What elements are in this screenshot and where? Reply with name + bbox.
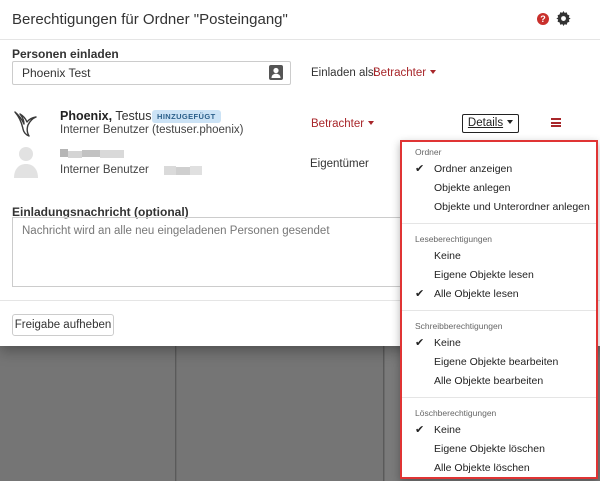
menu-item-write-all[interactable]: Alle Objekte bearbeiten bbox=[434, 375, 543, 387]
menu-item-delete-all[interactable]: Alle Objekte löschen bbox=[434, 462, 530, 474]
menu-item-create-objects[interactable]: Objekte anlegen bbox=[434, 182, 510, 194]
invite-section-label: Personen einladen bbox=[12, 47, 119, 61]
details-label: Details bbox=[467, 117, 504, 129]
check-icon: ✔ bbox=[415, 288, 425, 300]
person-lastname: Phoenix, bbox=[60, 109, 113, 123]
check-icon: ✔ bbox=[415, 163, 425, 175]
message-textarea[interactable]: Nachricht wird an alle neu eingeladenen … bbox=[12, 217, 407, 287]
help-icon[interactable]: ? bbox=[537, 13, 549, 25]
menu-item-read-all[interactable]: Alle Objekte lesen bbox=[434, 288, 519, 300]
status-badge: HINZUGEFÜGT bbox=[152, 110, 221, 123]
caret-down-icon bbox=[368, 120, 375, 125]
menu-heading-read: Leseberechtigungen bbox=[415, 234, 493, 244]
background-pane-left bbox=[0, 340, 176, 481]
menu-item-write-own[interactable]: Eigene Objekte bearbeiten bbox=[434, 356, 558, 368]
menu-heading-delete: Löschberechtigungen bbox=[415, 408, 497, 418]
person-name: Phoenix, Testuser bbox=[60, 109, 163, 123]
invite-input[interactable]: Phoenix Test bbox=[12, 61, 291, 85]
menu-item-view-folder[interactable]: Ordner anzeigen bbox=[434, 163, 512, 175]
dialog-header: Berechtigungen für Ordner "Posteingang" … bbox=[0, 0, 600, 40]
invite-role-label: Betrachter bbox=[373, 67, 427, 79]
details-button[interactable]: Details bbox=[462, 114, 519, 133]
contact-card-icon[interactable] bbox=[269, 65, 283, 80]
menu-divider bbox=[402, 310, 596, 311]
menu-heading-write: Schreibberechtigungen bbox=[415, 321, 503, 331]
check-icon: ✔ bbox=[415, 337, 425, 349]
user-avatar-icon bbox=[14, 147, 38, 178]
menu-item-read-own[interactable]: Eigene Objekte lesen bbox=[434, 269, 534, 281]
invite-as-label: Einladen als: bbox=[311, 67, 377, 79]
person-description: Interner Benutzer (testuser.phoenix) bbox=[60, 124, 244, 136]
hamburger-menu-icon[interactable] bbox=[551, 118, 561, 127]
menu-item-write-none[interactable]: Keine bbox=[434, 337, 461, 349]
invite-role-dropdown[interactable]: Betrachter bbox=[373, 67, 437, 79]
check-icon: ✔ bbox=[415, 424, 425, 436]
menu-item-create-objects-subfolders[interactable]: Objekte und Unterordner anlegen bbox=[434, 201, 590, 213]
menu-divider bbox=[402, 223, 596, 224]
menu-divider bbox=[402, 397, 596, 398]
owner-description: Interner Benutzer bbox=[60, 164, 149, 176]
unshare-button[interactable]: Freigabe aufheben bbox=[12, 314, 114, 336]
permissions-menu: Ordner ✔ Ordner anzeigen Objekte anlegen… bbox=[400, 140, 598, 479]
gear-icon[interactable] bbox=[556, 11, 571, 26]
owner-role-label: Eigentümer bbox=[310, 158, 369, 170]
person-role-dropdown[interactable]: Betrachter bbox=[311, 118, 375, 130]
background-pane-middle bbox=[177, 340, 384, 481]
dialog-title: Berechtigungen für Ordner "Posteingang" bbox=[12, 11, 288, 28]
menu-heading-folder: Ordner bbox=[415, 147, 442, 157]
phoenix-logo-icon bbox=[14, 111, 37, 137]
caret-down-icon bbox=[430, 69, 437, 74]
menu-item-read-none[interactable]: Keine bbox=[434, 250, 461, 262]
caret-down-icon bbox=[507, 119, 514, 124]
menu-item-delete-none[interactable]: Keine bbox=[434, 424, 461, 436]
person-role-label: Betrachter bbox=[311, 118, 365, 130]
menu-item-delete-own[interactable]: Eigene Objekte löschen bbox=[434, 443, 545, 455]
